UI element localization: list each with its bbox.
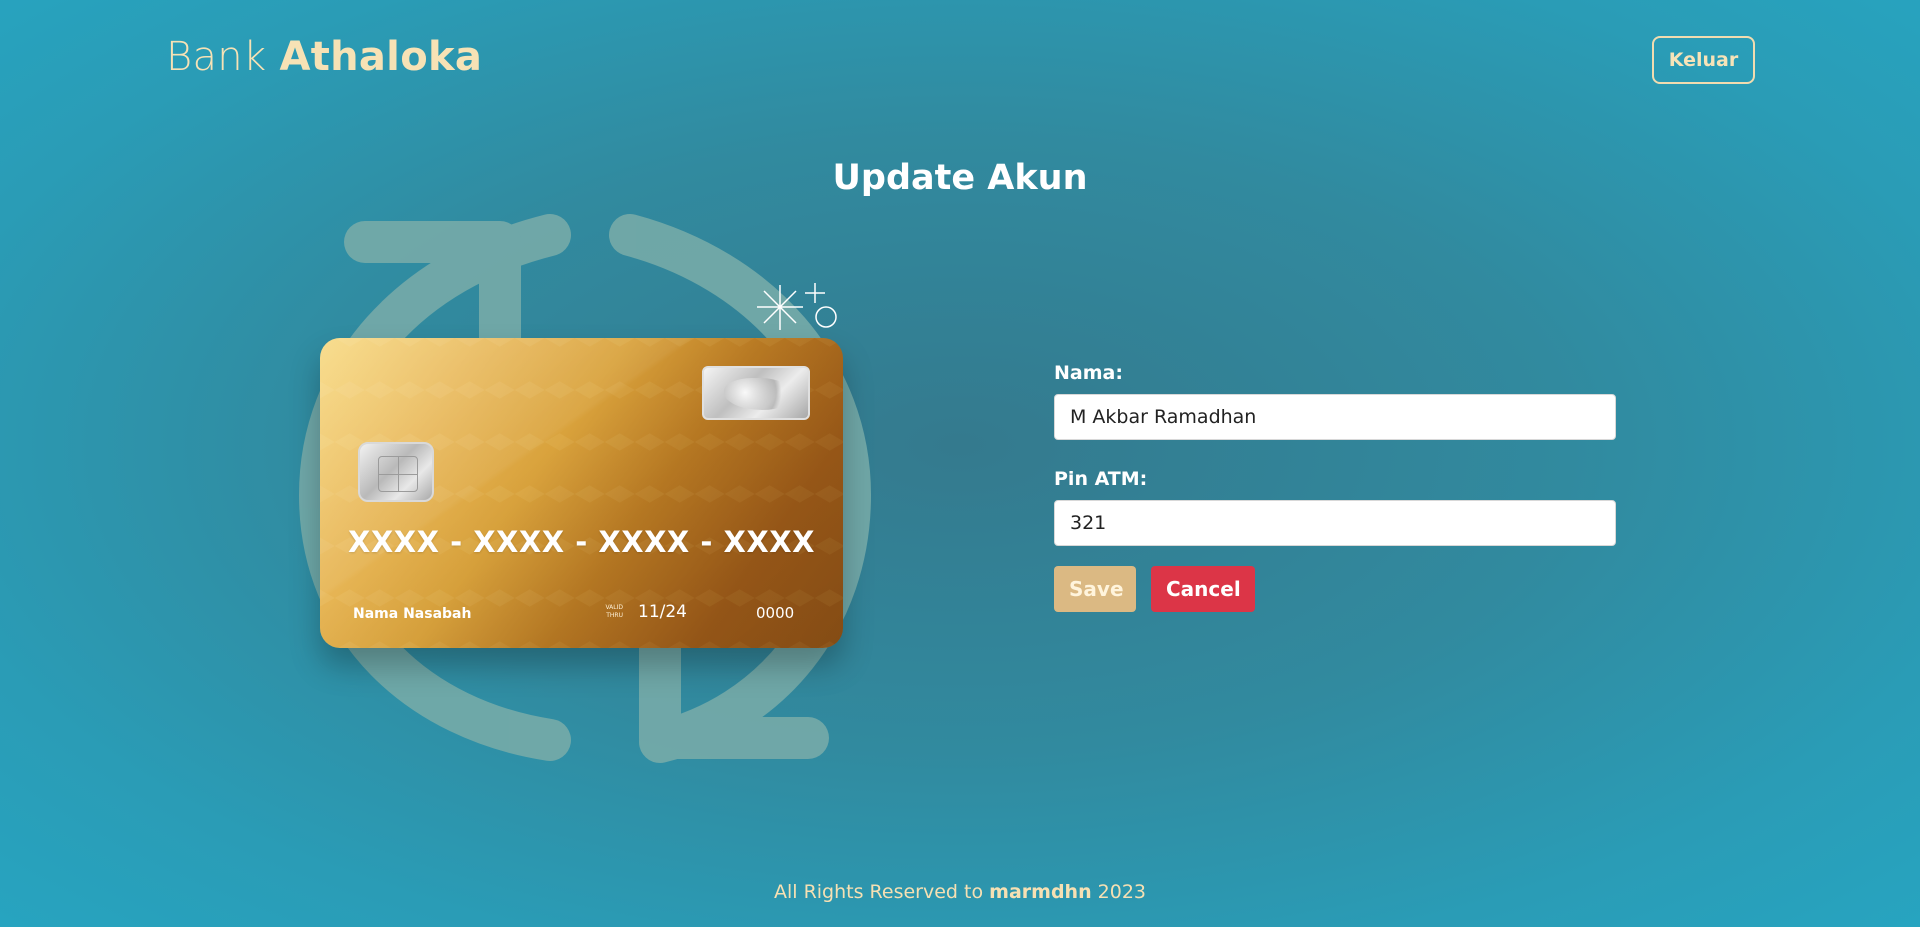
pin-input[interactable] <box>1054 500 1616 546</box>
pin-label: Pin ATM: <box>1054 468 1148 490</box>
hologram-icon <box>702 366 810 420</box>
card-expiry: 11/24 <box>638 602 687 622</box>
brand-logo[interactable]: Bank Athaloka <box>166 34 482 80</box>
card-number: XXXX - XXXX - XXXX - XXXX <box>348 525 815 559</box>
brand-prefix: Bank <box>166 34 267 80</box>
footer-prefix: All Rights Reserved to <box>773 881 984 903</box>
card-cvv: 0000 <box>756 604 795 622</box>
footer: All Rights Reserved to marmdhn 2023 <box>0 881 1920 903</box>
cancel-button[interactable]: Cancel <box>1151 566 1255 612</box>
name-field-group: Nama: <box>1054 362 1617 440</box>
footer-author: marmdhn <box>989 881 1092 903</box>
footer-year: 2023 <box>1097 881 1147 903</box>
update-account-form: Nama: Pin ATM: Save Cancel <box>1054 362 1617 612</box>
name-label: Nama: <box>1054 362 1123 384</box>
bank-card: XXXX - XXXX - XXXX - XXXX Nama Nasabah V… <box>320 338 843 648</box>
valid-thru-label: VALID THRU <box>605 604 623 619</box>
page-title: Update Akun <box>832 158 1088 198</box>
save-button[interactable]: Save <box>1054 566 1136 612</box>
card-holder: Nama Nasabah <box>353 606 472 622</box>
chip-icon <box>358 442 434 502</box>
update-illustration: XXXX - XXXX - XXXX - XXXX Nama Nasabah V… <box>290 210 890 780</box>
brand-name: Athaloka <box>279 34 483 80</box>
name-input[interactable] <box>1054 394 1616 440</box>
form-actions: Save Cancel <box>1054 566 1617 612</box>
pin-field-group: Pin ATM: <box>1054 468 1617 546</box>
logout-button[interactable]: Keluar <box>1652 36 1755 84</box>
